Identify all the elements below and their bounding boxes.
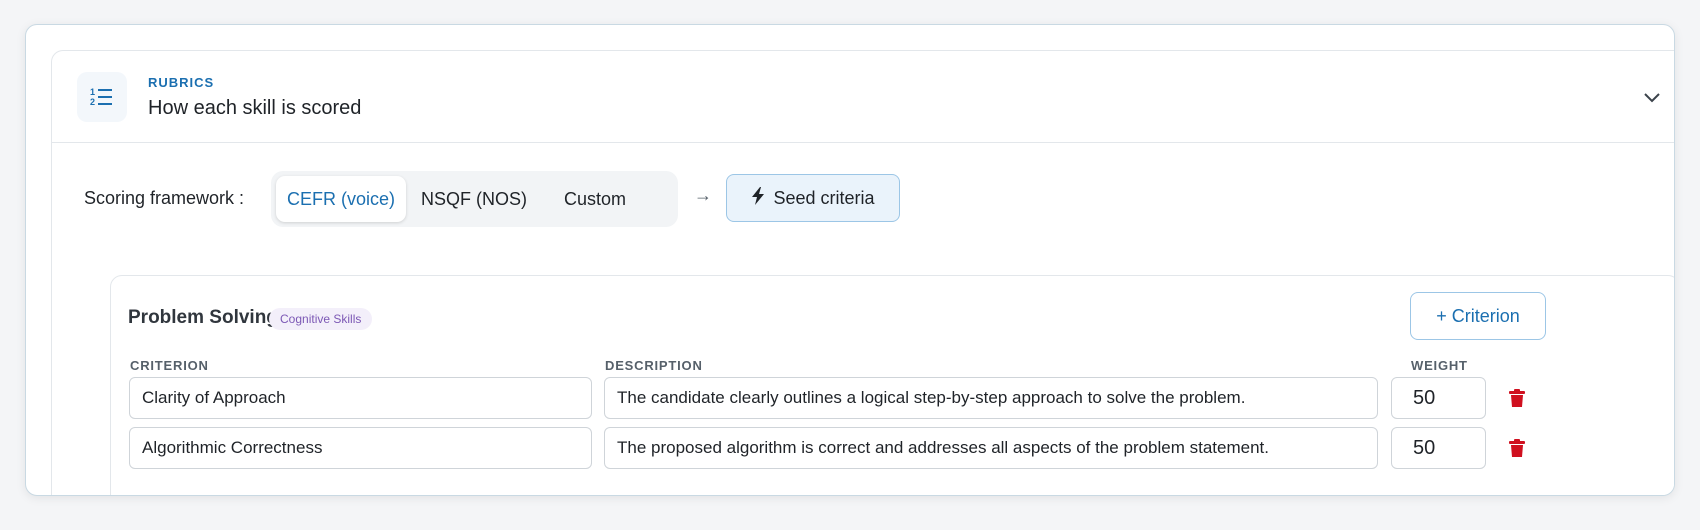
description-input[interactable]: The candidate clearly outlines a logical… <box>604 377 1378 419</box>
column-header-criterion: CRITERION <box>130 358 209 373</box>
framework-option-custom[interactable]: Custom <box>545 176 645 222</box>
criterion-input[interactable]: Clarity of Approach <box>129 377 592 419</box>
section-eyebrow: RUBRICS <box>148 75 215 90</box>
framework-segmented-control: CEFR (voice) NSQF (NOS) Custom <box>271 171 678 227</box>
seed-criteria-button[interactable]: Seed criteria <box>726 174 900 222</box>
skill-category-badge: Cognitive Skills <box>269 308 373 330</box>
numbered-list-icon: 1 2 <box>77 72 127 122</box>
rubrics-panel: 1 2 RUBRICS How each skill is scored Sco… <box>25 24 1675 496</box>
trash-icon[interactable] <box>1505 436 1529 460</box>
criterion-input[interactable]: Algorithmic Correctness <box>129 427 592 469</box>
scoring-framework-row: Scoring framework : CEFR (voice) NSQF (N… <box>84 171 984 227</box>
lightning-icon <box>751 186 765 210</box>
trash-icon[interactable] <box>1505 386 1529 410</box>
scoring-framework-label: Scoring framework : <box>84 188 245 208</box>
framework-option-cefr[interactable]: CEFR (voice) <box>276 176 406 222</box>
section-title: How each skill is scored <box>148 97 362 119</box>
weight-input[interactable]: 50 <box>1391 427 1486 469</box>
arrow-right-icon: → <box>694 185 712 205</box>
skill-name: Problem Solving <box>128 307 278 328</box>
svg-text:2: 2 <box>90 97 95 107</box>
seed-criteria-label: Seed criteria <box>773 187 875 208</box>
framework-option-nsqf[interactable]: NSQF (NOS) <box>411 176 537 222</box>
rubrics-section: 1 2 RUBRICS How each skill is scored Sco… <box>51 50 1674 495</box>
column-header-description: DESCRIPTION <box>605 358 703 373</box>
skill-card: Problem Solving Cognitive Skills + Crite… <box>110 275 1674 495</box>
column-header-weight: WEIGHT <box>1411 358 1468 373</box>
rubrics-header[interactable]: 1 2 RUBRICS How each skill is scored <box>52 51 1674 143</box>
chevron-down-icon[interactable] <box>1636 81 1668 113</box>
weight-input[interactable]: 50 <box>1391 377 1486 419</box>
svg-text:1: 1 <box>90 87 95 97</box>
add-criterion-button[interactable]: + Criterion <box>1410 292 1546 340</box>
description-input[interactable]: The proposed algorithm is correct and ad… <box>604 427 1378 469</box>
